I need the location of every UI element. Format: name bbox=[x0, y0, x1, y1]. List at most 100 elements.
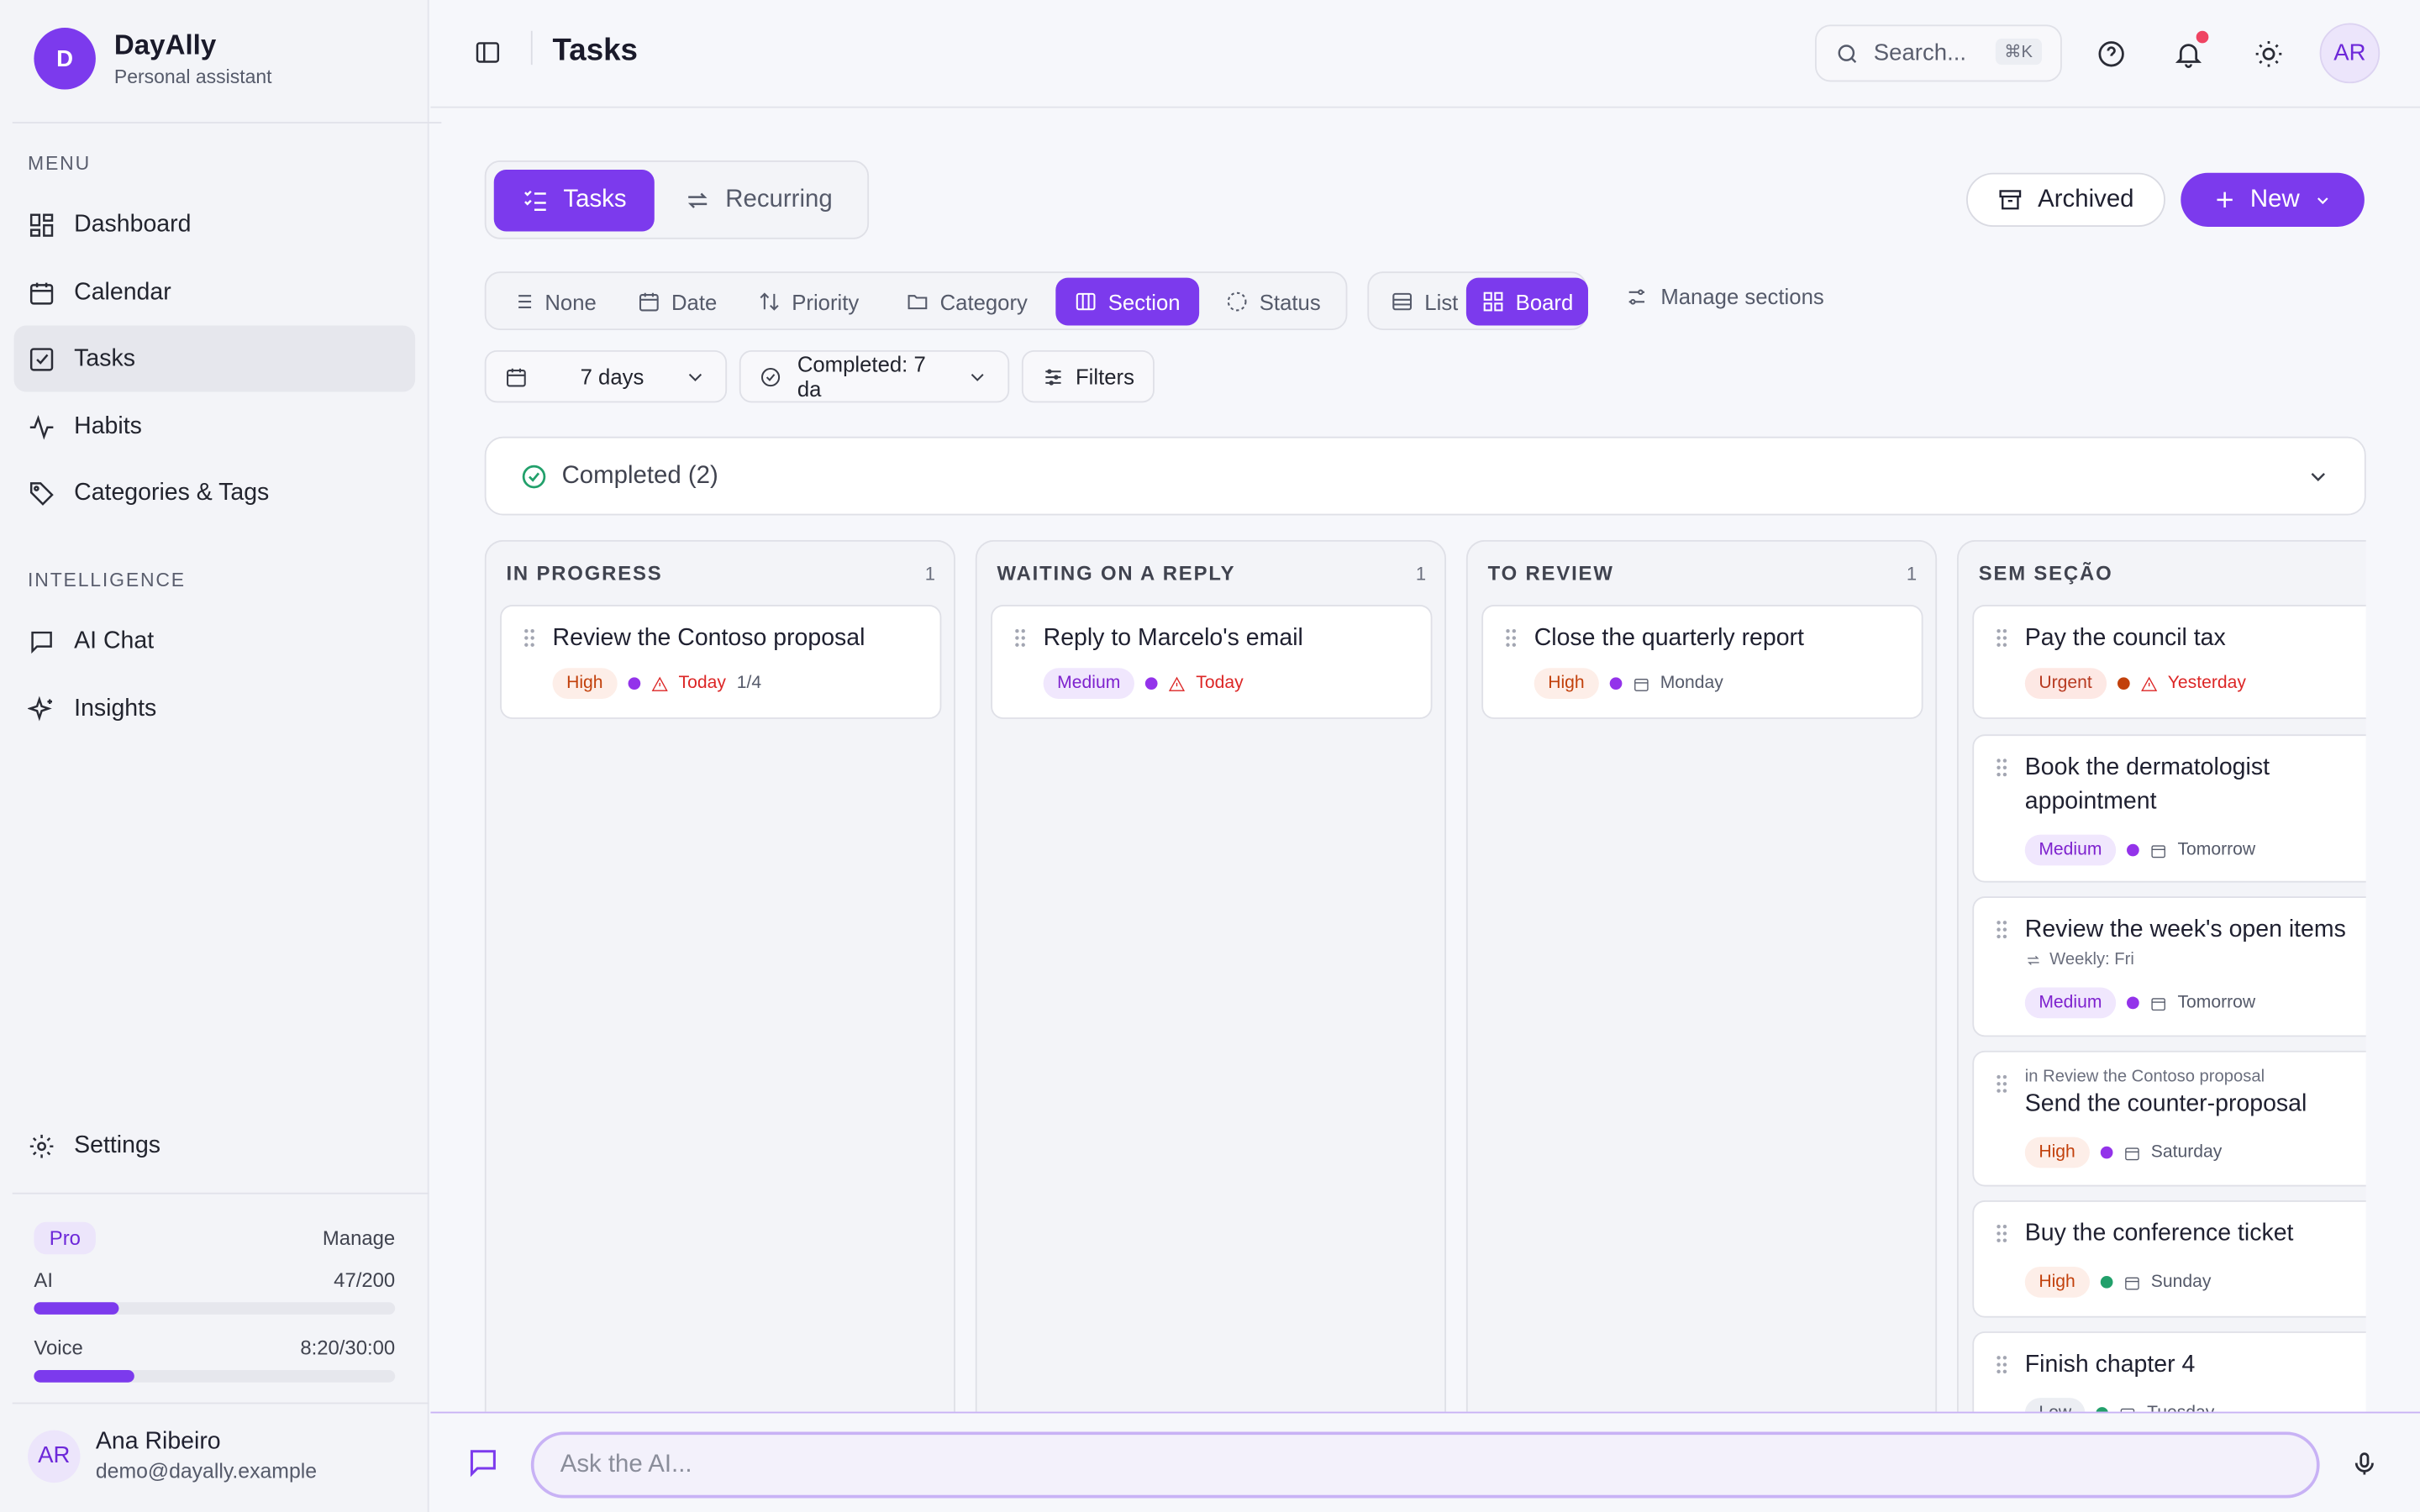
sidebar-item-ai-chat[interactable]: AI Chat bbox=[14, 608, 416, 675]
date-range-select[interactable]: 7 days bbox=[484, 349, 728, 403]
priority-badge: High bbox=[2024, 1266, 2090, 1298]
drag-handle-icon[interactable] bbox=[1996, 628, 2008, 648]
drag-handle-icon[interactable] bbox=[1505, 628, 1518, 648]
drag-handle-icon[interactable] bbox=[523, 628, 536, 648]
task-card[interactable]: in Review the Contoso proposal Send the … bbox=[1972, 1050, 2366, 1187]
tab-label: Tasks bbox=[563, 186, 627, 213]
sort-icon bbox=[760, 292, 779, 311]
search-input[interactable]: Search... ⌘K bbox=[1814, 24, 2062, 82]
task-meta: High Sunday bbox=[2024, 1266, 2211, 1298]
completed-group-header[interactable]: Completed (2) bbox=[484, 436, 2366, 516]
drag-handle-icon[interactable] bbox=[1996, 1224, 2008, 1244]
sidebar-item-label: Tasks bbox=[74, 344, 135, 371]
task-card[interactable]: Review the Contoso proposal High Today 1… bbox=[500, 604, 942, 719]
view-toggle: List Board bbox=[1367, 271, 1589, 331]
sidebar-item-tasks[interactable]: Tasks bbox=[13, 325, 416, 392]
calendar-icon bbox=[1634, 678, 1648, 690]
tab-recurring[interactable]: Recurring bbox=[656, 170, 860, 231]
filters-button[interactable]: Filters bbox=[1021, 349, 1155, 403]
sliders-icon bbox=[1628, 288, 1645, 304]
group-by-priority[interactable]: Priority bbox=[739, 278, 878, 326]
task-card[interactable]: Book the dermatologist appointment Mediu… bbox=[1972, 734, 2366, 883]
brand-subtitle: Personal assistant bbox=[113, 66, 272, 88]
board-column: IN PROGRESS 1 Review the Contoso proposa… bbox=[484, 539, 955, 1414]
group-by-label: None bbox=[544, 289, 597, 314]
list-view-icon bbox=[1392, 292, 1413, 311]
sidebar-item-insights[interactable]: Insights bbox=[14, 675, 416, 742]
drag-handle-icon[interactable] bbox=[1996, 920, 2008, 940]
help-icon bbox=[2098, 41, 2124, 67]
folder-icon bbox=[908, 295, 928, 310]
tab-tasks[interactable]: Tasks bbox=[493, 170, 655, 232]
sidebar: D DayAlly Personal assistant MENU Dashbo… bbox=[0, 0, 442, 1512]
chat-icon bbox=[31, 630, 52, 654]
calendar-icon bbox=[639, 292, 659, 312]
drag-handle-icon[interactable] bbox=[1996, 758, 2008, 778]
repeat-icon bbox=[687, 192, 708, 208]
intelligence-section-label: INTELLIGENCE bbox=[28, 569, 186, 591]
task-title: Book the dermatologist appointment bbox=[2024, 754, 2270, 815]
task-card[interactable]: Pay the council tax Urgent Yesterday bbox=[1972, 604, 2366, 719]
status-icon bbox=[1227, 291, 1247, 312]
user-profile[interactable]: AR Ana Ribeiro demo@dayally.example bbox=[28, 1429, 317, 1483]
group-by-none[interactable]: None bbox=[492, 278, 615, 326]
drag-handle-icon[interactable] bbox=[1996, 1355, 2008, 1375]
task-title: Reply to Marcelo's email bbox=[1043, 624, 1303, 652]
task-card[interactable]: Buy the conference ticket High Sunday bbox=[1972, 1200, 2366, 1318]
notifications-button[interactable] bbox=[2173, 39, 2204, 70]
category-dot bbox=[2100, 1146, 2112, 1159]
new-button[interactable]: New bbox=[2181, 172, 2365, 227]
tag-icon bbox=[29, 481, 54, 505]
group-by-status[interactable]: Status bbox=[1207, 278, 1339, 326]
sidebar-item-habits[interactable]: Habits bbox=[14, 393, 416, 459]
board-column: WAITING ON A REPLY 1 Reply to Marcelo's … bbox=[975, 539, 1447, 1414]
divider bbox=[12, 1402, 429, 1404]
sidebar-item-dashboard[interactable]: Dashboard bbox=[14, 192, 416, 258]
user-avatar-button[interactable]: AR bbox=[2319, 23, 2381, 84]
sidebar-toggle-icon[interactable] bbox=[474, 39, 502, 66]
category-dot bbox=[1609, 677, 1622, 690]
help-button[interactable] bbox=[2096, 39, 2127, 70]
priority-badge: High bbox=[552, 668, 618, 700]
due-date: Today bbox=[1196, 674, 1244, 693]
sidebar-item-calendar[interactable]: Calendar bbox=[14, 260, 416, 326]
task-title: Pay the council tax bbox=[2024, 624, 2226, 652]
brand[interactable]: D DayAlly Personal assistant bbox=[34, 28, 272, 90]
priority-badge: Medium bbox=[1043, 668, 1134, 700]
category-dot bbox=[1144, 677, 1158, 690]
manage-plan-link[interactable]: Manage bbox=[323, 1226, 395, 1250]
task-card[interactable]: Close the quarterly report High Monday bbox=[1481, 604, 1923, 719]
sidebar-item-settings[interactable]: Settings bbox=[14, 1112, 416, 1179]
columns-icon bbox=[1076, 292, 1096, 311]
view-board[interactable]: Board bbox=[1465, 277, 1589, 326]
view-label: Board bbox=[1515, 289, 1574, 314]
group-by-section[interactable]: Section bbox=[1055, 277, 1199, 326]
chat-icon[interactable] bbox=[466, 1446, 500, 1479]
archived-button[interactable]: Archived bbox=[1965, 172, 2165, 227]
tab-label: Recurring bbox=[725, 186, 833, 213]
view-list[interactable]: List bbox=[1372, 278, 1477, 326]
group-by-category[interactable]: Category bbox=[887, 278, 1046, 326]
group-by-label: Category bbox=[939, 289, 1028, 314]
category-dot bbox=[2126, 843, 2139, 857]
task-card[interactable]: Finish chapter 4 Low Tuesday bbox=[1972, 1331, 2366, 1414]
page-title: Tasks bbox=[552, 34, 638, 68]
completed-range-select[interactable]: Completed: 7 da bbox=[739, 349, 1010, 403]
manage-sections-button[interactable]: Manage sections bbox=[1625, 284, 1824, 308]
drag-handle-icon[interactable] bbox=[1014, 628, 1027, 648]
group-by-date[interactable]: Date bbox=[619, 278, 736, 326]
task-title: Close the quarterly report bbox=[1534, 624, 1804, 652]
group-by-label: Date bbox=[671, 289, 718, 314]
ask-ai-input[interactable]: Ask the AI... bbox=[530, 1431, 2320, 1499]
voice-usage-label: Voice bbox=[34, 1336, 83, 1360]
task-card[interactable]: Review the week's open items Weekly: Fri… bbox=[1972, 896, 2366, 1037]
theme-toggle[interactable] bbox=[2254, 39, 2285, 70]
task-card[interactable]: Reply to Marcelo's email Medium Today bbox=[991, 604, 1433, 719]
drag-handle-icon[interactable] bbox=[1996, 1074, 2008, 1094]
sidebar-item-label: Settings bbox=[74, 1131, 161, 1158]
sidebar-item-label: Dashboard bbox=[74, 210, 192, 237]
microphone-icon[interactable] bbox=[2350, 1451, 2378, 1478]
sidebar-item-categories[interactable]: Categories & Tags bbox=[14, 459, 416, 526]
ai-usage-value: 47/200 bbox=[334, 1268, 396, 1292]
task-meta: Medium Tomorrow bbox=[2024, 834, 2255, 866]
